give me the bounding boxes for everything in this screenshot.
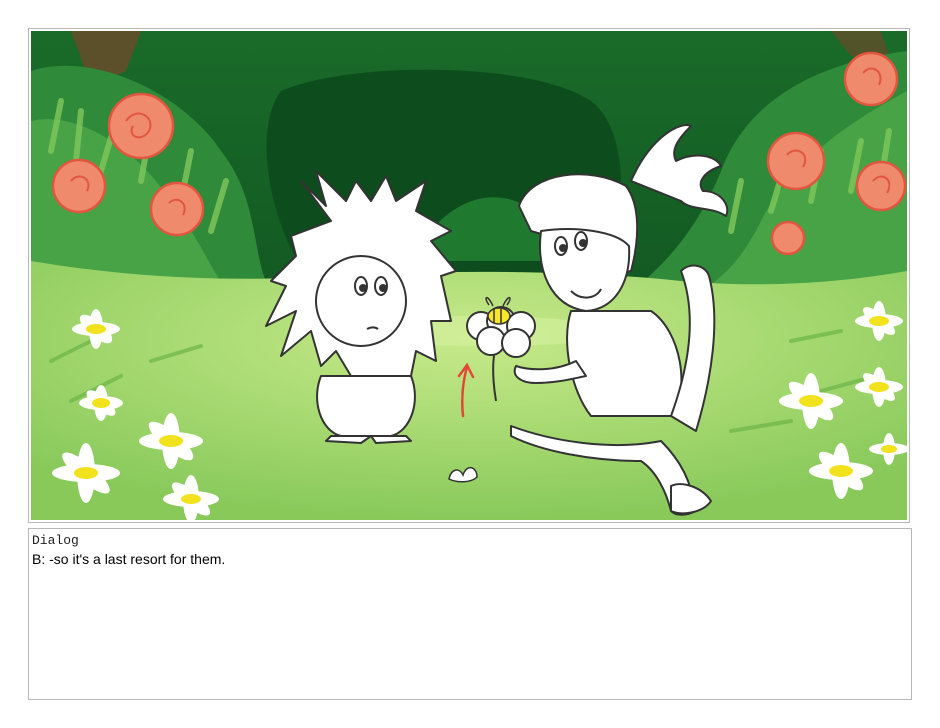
character-left-body bbox=[316, 375, 416, 437]
dialog-panel: Dialog B: -so it's a last resort for the… bbox=[28, 528, 912, 700]
panel-illustration bbox=[31, 31, 907, 520]
character-right-torso bbox=[566, 310, 683, 417]
rose-5 bbox=[766, 131, 826, 191]
dialog-heading: Dialog bbox=[32, 533, 79, 548]
rose-4 bbox=[843, 51, 899, 107]
dialog-line: B: -so it's a last resort for them. bbox=[32, 551, 226, 567]
character-left-face bbox=[315, 255, 407, 347]
rose-6 bbox=[855, 160, 907, 212]
rose-1 bbox=[107, 92, 175, 160]
rose-3 bbox=[149, 181, 205, 237]
rose-2 bbox=[51, 158, 107, 214]
storyboard-panel bbox=[28, 28, 910, 523]
rose-7 bbox=[770, 220, 806, 256]
